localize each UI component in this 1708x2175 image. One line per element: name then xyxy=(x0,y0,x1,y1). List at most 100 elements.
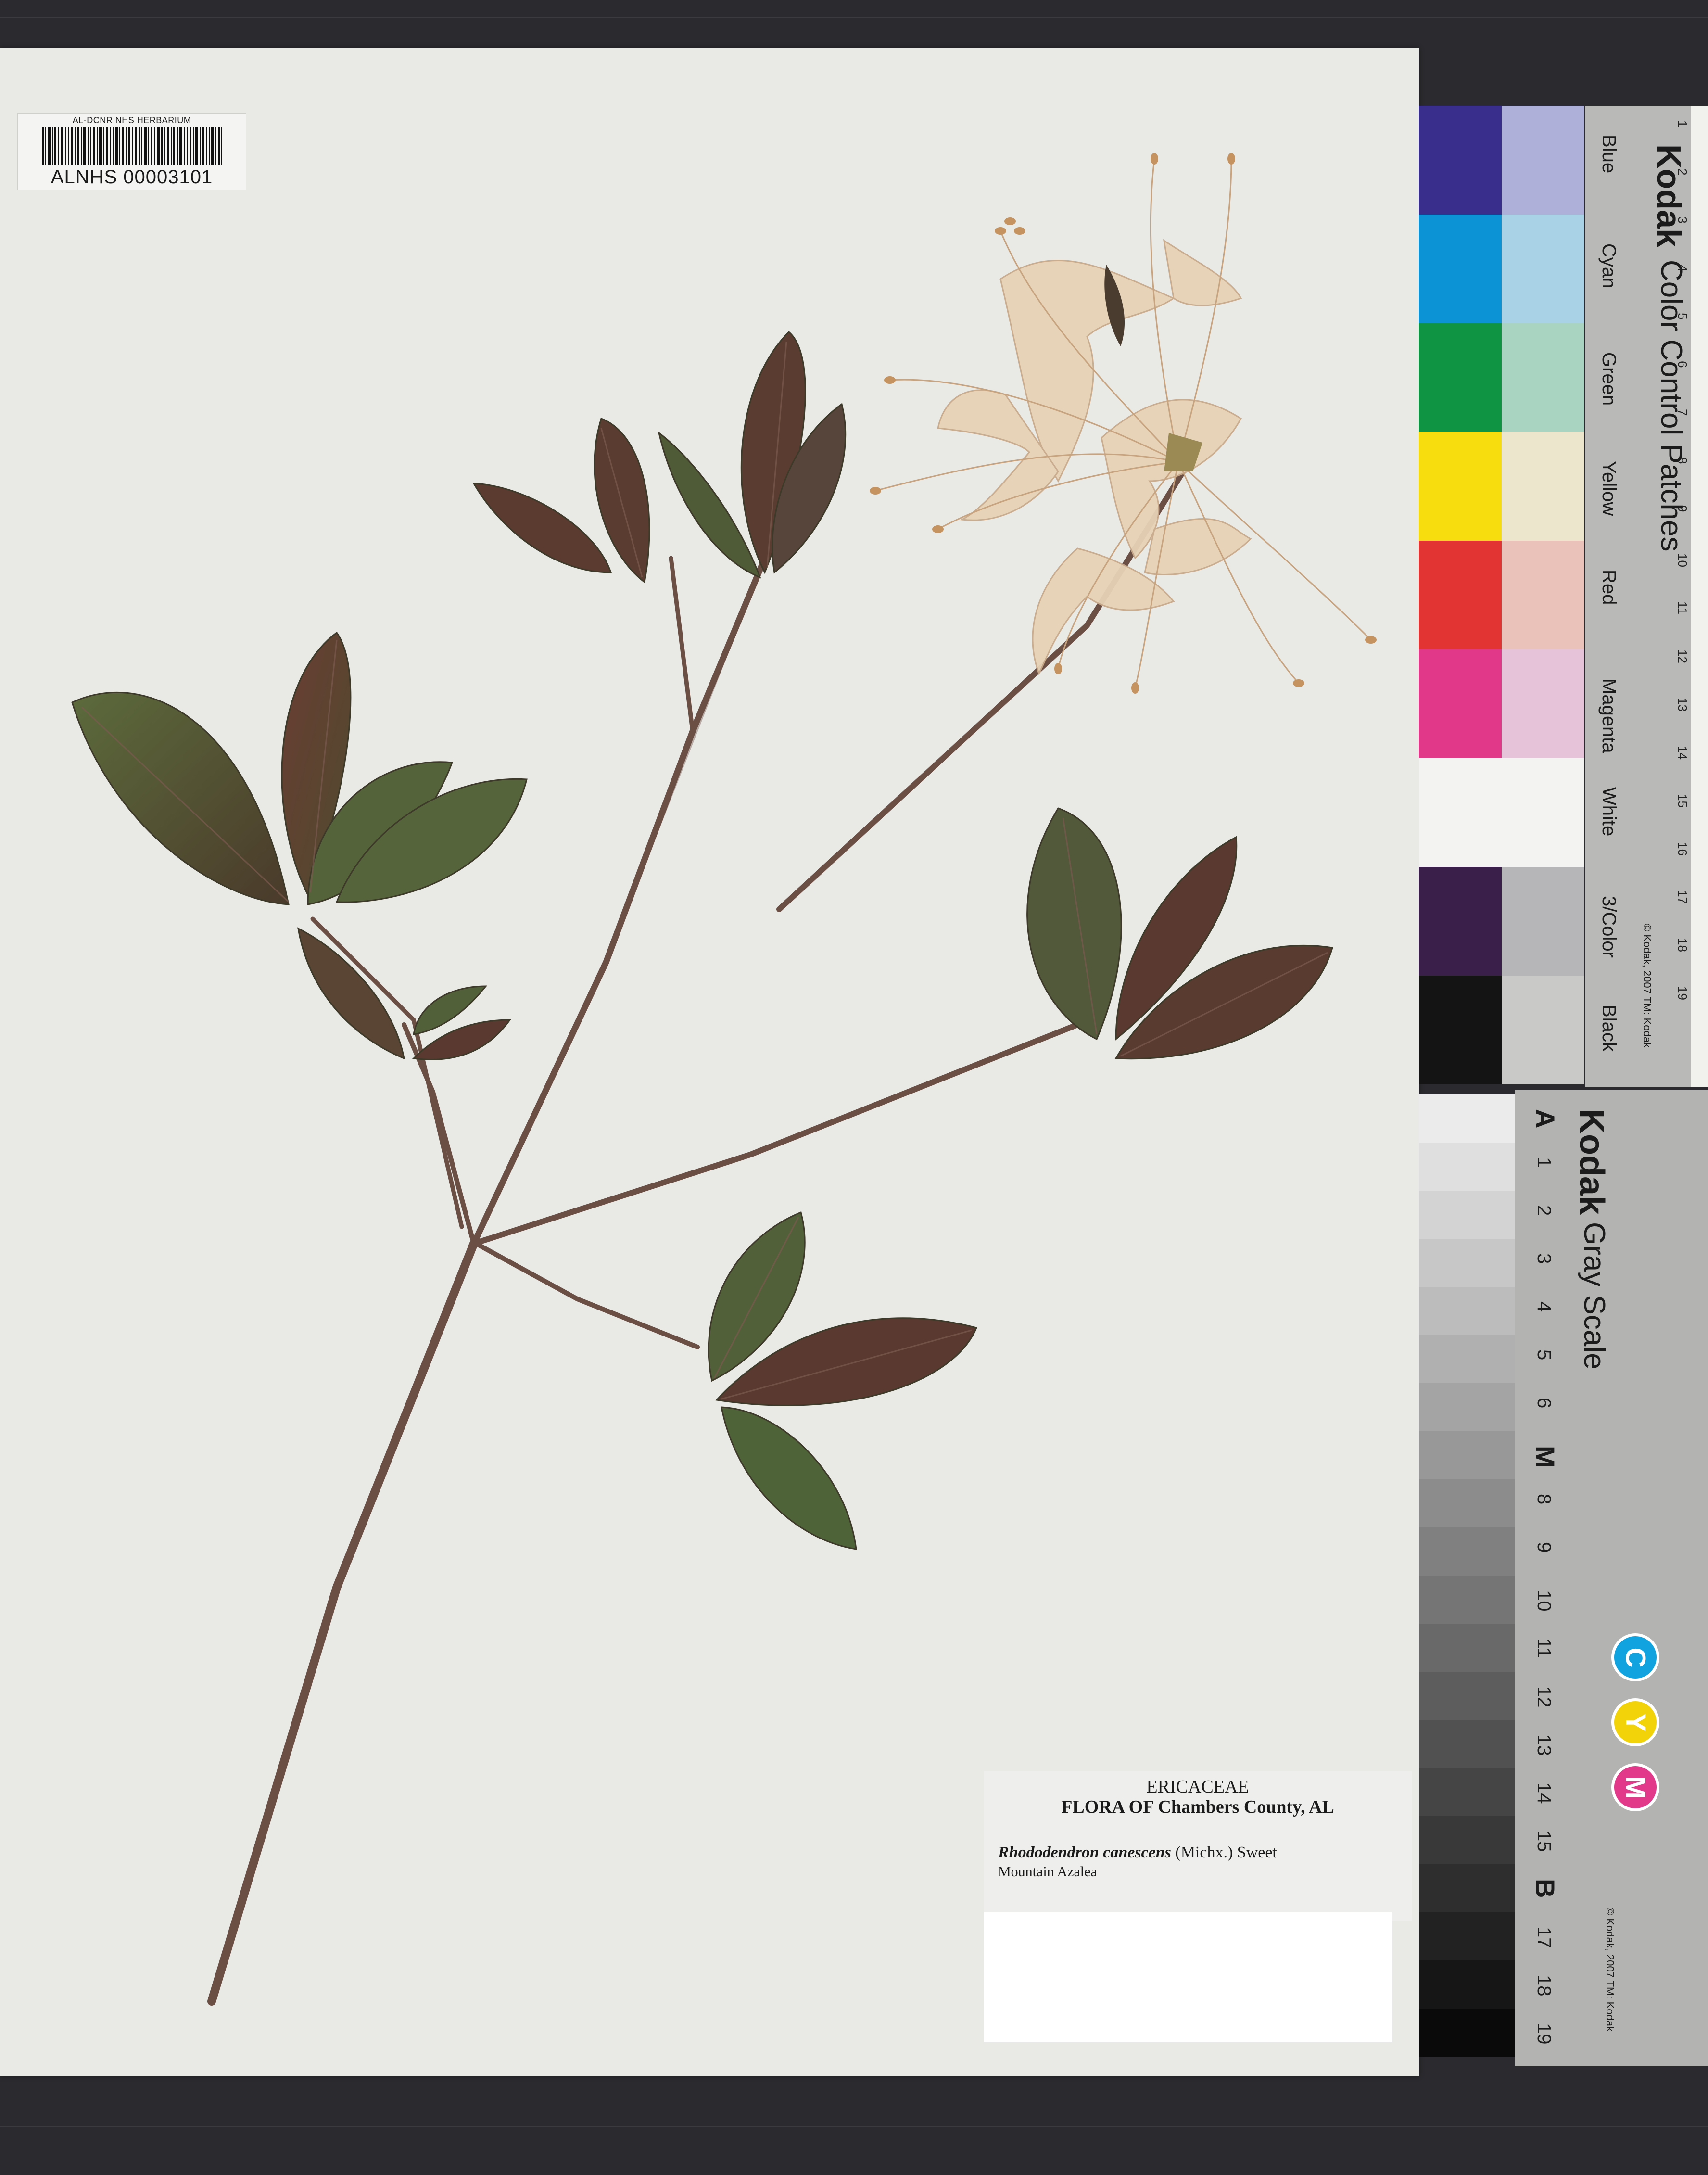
patch-label: Cyan xyxy=(1598,243,1619,289)
cym-letter: Y xyxy=(1619,1713,1651,1732)
color-patch-light-white xyxy=(1502,758,1584,867)
gray-step-label: 14 xyxy=(1533,1782,1555,1804)
herbarium-sheet: AL-DCNR NHS HERBARIUM ALNHS 00003101 ERI… xyxy=(0,48,1419,2076)
family-name: ERICACEAE xyxy=(1146,1777,1249,1797)
ruler-cm-label: 5 xyxy=(1675,313,1690,320)
gray-step-label: 18 xyxy=(1533,1975,1555,1997)
gray-patch xyxy=(1419,1143,1515,1191)
gray-patch xyxy=(1419,1383,1515,1431)
gray-step-label: 8 xyxy=(1533,1494,1555,1505)
gray-step-label: M xyxy=(1530,1446,1560,1468)
patch-label: Magenta xyxy=(1598,678,1619,753)
gray-step-label: 12 xyxy=(1533,1686,1555,1708)
gray-step-label: 6 xyxy=(1533,1398,1555,1409)
ruler-cm-label: 3 xyxy=(1675,216,1690,224)
gray-patch xyxy=(1419,1864,1515,1912)
gray-patch xyxy=(1419,1479,1515,1527)
color-patch-red xyxy=(1419,541,1502,649)
barcode-label: AL-DCNR NHS HERBARIUM ALNHS 00003101 xyxy=(17,113,246,190)
barcode-icon xyxy=(42,127,222,165)
gray-patch xyxy=(1419,1672,1515,1720)
gray-patch xyxy=(1419,1191,1515,1239)
gray-step-label: 19 xyxy=(1533,2023,1555,2045)
taxon-author: (Michx.) Sweet xyxy=(1175,1844,1277,1861)
gray-patch xyxy=(1419,2009,1515,2057)
gray-patch xyxy=(1419,1960,1515,2009)
cym-letter: M xyxy=(1619,1775,1651,1799)
patch-label: Yellow xyxy=(1598,461,1619,516)
gray-scale-card: Kodak Gray Scale © Kodak, 2007 TM: Kodak… xyxy=(1419,1090,1708,2066)
gray-patch xyxy=(1419,1576,1515,1624)
color-patch-light-yellow xyxy=(1502,432,1584,541)
gray-patch xyxy=(1419,1239,1515,1287)
gray-patch xyxy=(1419,1912,1515,1960)
gray-step-label: 4 xyxy=(1533,1301,1555,1312)
color-patch-yellow xyxy=(1419,432,1502,541)
color-patch-light-black xyxy=(1502,976,1584,1084)
gray-patch xyxy=(1419,1768,1515,1816)
patch-label: Blue xyxy=(1598,135,1619,174)
gray-step-label: 3 xyxy=(1533,1253,1555,1264)
ruler-cm-label: 9 xyxy=(1675,505,1690,512)
color-control-card: Kodak Color Control Patches © Kodak, 200… xyxy=(1419,106,1708,1087)
ruler-cm-label: 2 xyxy=(1675,168,1690,176)
color-patch-light-cyan xyxy=(1502,215,1584,323)
gray-step-label: 1 xyxy=(1533,1157,1555,1168)
patch-label: White xyxy=(1598,787,1619,837)
herbarium-name: AL-DCNR NHS HERBARIUM xyxy=(72,115,191,125)
patch-label: Black xyxy=(1598,1005,1619,1052)
ruler-cm-label: 10 xyxy=(1675,553,1690,567)
ruler-cm-label: 8 xyxy=(1675,457,1690,464)
taxon: Rhododendron canescens (Michx.) Sweet xyxy=(998,1844,1277,1862)
gray-patch xyxy=(1419,1094,1515,1143)
patch-label: Red xyxy=(1598,570,1619,605)
gray-step-label: 5 xyxy=(1533,1349,1555,1361)
gray-step-label: 11 xyxy=(1533,1638,1555,1658)
ruler-cm-label: 1 xyxy=(1675,120,1690,127)
cym-marker-m: M xyxy=(1611,1763,1659,1811)
ruler-cm-label: 7 xyxy=(1675,409,1690,416)
color-patch-blue xyxy=(1419,106,1502,215)
cym-marker-c: C xyxy=(1611,1633,1659,1681)
blank-label xyxy=(984,1912,1392,2042)
gray-kodak-brand: Kodak xyxy=(1572,1109,1611,1215)
gray-step-label: B xyxy=(1530,1879,1560,1898)
ruler-cm-label: 4 xyxy=(1675,265,1690,272)
ruler-cm-label: 16 xyxy=(1675,842,1690,856)
gray-patch xyxy=(1419,1431,1515,1479)
ruler-cm-label: 18 xyxy=(1675,938,1690,952)
cym-letter: C xyxy=(1619,1647,1651,1667)
color-patch-light-blue xyxy=(1502,106,1584,215)
gray-card-copyright: © Kodak, 2007 TM: Kodak xyxy=(1604,1908,1616,2032)
color-card-panel: Kodak Color Control Patches © Kodak, 200… xyxy=(1585,106,1708,1087)
gray-card-title: Gray Scale xyxy=(1578,1222,1611,1370)
kodak-brand: Kodak xyxy=(1650,144,1688,247)
color-patch-cyan xyxy=(1419,215,1502,323)
color-card-copyright: © Kodak, 2007 TM: Kodak xyxy=(1641,924,1653,1048)
ruler-cm-label: 15 xyxy=(1675,794,1690,808)
gray-patch xyxy=(1419,1624,1515,1672)
color-patch-light-green xyxy=(1502,323,1584,432)
gray-step-label: 9 xyxy=(1533,1542,1555,1553)
color-patch-magenta xyxy=(1419,649,1502,758)
ruler xyxy=(1691,106,1708,1087)
patch-label: 3/Color xyxy=(1598,896,1619,958)
flora-title: FLORA OF Chambers County, AL xyxy=(1061,1797,1334,1817)
ruler-cm-label: 17 xyxy=(1675,890,1690,904)
gray-card-panel: Kodak Gray Scale © Kodak, 2007 TM: Kodak… xyxy=(1515,1090,1708,2066)
leaf xyxy=(71,691,290,905)
gray-step-label: 13 xyxy=(1533,1734,1555,1756)
ruler-cm-label: 19 xyxy=(1675,986,1690,1000)
gray-step-label: 2 xyxy=(1533,1205,1555,1216)
gray-patch xyxy=(1419,1720,1515,1768)
ruler-cm-label: 11 xyxy=(1675,601,1690,614)
color-patch-light-3-color xyxy=(1502,867,1584,976)
color-patch-light-magenta xyxy=(1502,649,1584,758)
color-patch-3-color xyxy=(1419,867,1502,976)
ruler-cm-label: 13 xyxy=(1675,698,1690,712)
gray-step-label: 10 xyxy=(1533,1590,1555,1612)
color-patch-black xyxy=(1419,976,1502,1084)
catalog-number: ALNHS 00003101 xyxy=(51,166,213,188)
gray-patch xyxy=(1419,1287,1515,1335)
patch-label: Green xyxy=(1598,352,1619,406)
